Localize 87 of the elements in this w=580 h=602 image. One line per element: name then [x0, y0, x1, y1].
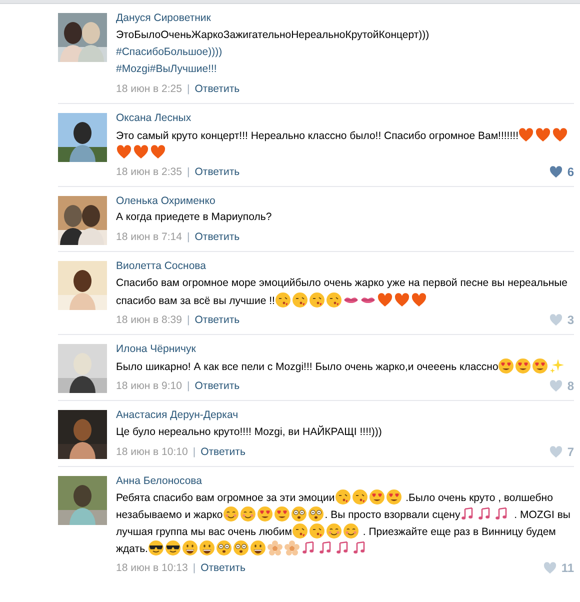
kiss-face-icon — [292, 292, 308, 308]
comment-text: незабываемо и жарко — [116, 509, 223, 522]
separator: | — [186, 378, 190, 394]
smile-icon — [326, 523, 342, 540]
comment-date: 18 июн в 2:25 — [116, 82, 182, 97]
heart-icon — [549, 314, 564, 326]
kiss-face-icon — [309, 523, 325, 540]
comment-text: А когда приедете в Мариуполь? — [116, 211, 272, 224]
heart-icon — [410, 292, 427, 308]
kiss-face-icon — [334, 489, 351, 506]
separator: | — [192, 444, 196, 460]
author-link[interactable]: Анна Белоносова — [116, 474, 202, 488]
kiss-face-icon — [292, 523, 308, 540]
heart-icon — [394, 292, 410, 308]
comment-text: . Приезжайте еще раз в Винницу будем — [362, 526, 556, 538]
grin-icon — [198, 540, 215, 556]
heart-eyes-icon — [386, 489, 402, 506]
smile-icon — [343, 523, 359, 540]
heart-eyes-icon — [274, 506, 290, 522]
kiss-face-icon — [308, 292, 325, 308]
separator: | — [186, 230, 190, 246]
heart-icon — [133, 144, 149, 160]
reply-link[interactable]: Ответить — [194, 164, 240, 180]
comment-text: лучшая группа мы вас очень любим — [116, 526, 292, 538]
heart-icon — [549, 166, 564, 178]
kiss-face-icon — [274, 292, 291, 308]
comment-date: 18 июн в 7:14 — [116, 230, 182, 246]
like-button[interactable]: 6 — [549, 164, 574, 180]
grin-icon — [250, 540, 266, 556]
hashtag-link[interactable]: #СпасибоБольшое)))) — [116, 46, 222, 58]
heart-icon — [549, 380, 564, 392]
comment-text: Це було нереально круто!!!! Mozgi, ви НАЙКРАЩІ !!!!))) — [116, 426, 382, 438]
flower-icon — [284, 540, 300, 556]
comment-text: . MOZGI вы — [513, 509, 570, 522]
reply-link[interactable]: Ответить — [200, 560, 246, 576]
heart-icon — [549, 446, 564, 458]
comment-date: 18 июн в 2:35 — [116, 164, 182, 180]
comment-text: Ребята спасибо вам огромное за эти эмоции — [116, 492, 335, 504]
heart-eyes-icon — [515, 358, 532, 374]
heart-icon — [518, 126, 534, 142]
author-link[interactable]: Виолетта Соснова — [116, 259, 206, 274]
flower-icon — [266, 540, 283, 556]
author-link[interactable]: Дануся Сироветник — [116, 11, 211, 26]
heart-icon — [150, 144, 166, 160]
comment-date: 18 июн в 9:10 — [116, 378, 182, 394]
reply-link[interactable]: Ответить — [194, 312, 240, 328]
reply-link[interactable]: Ответить — [194, 229, 240, 246]
heart-eyes-icon — [532, 358, 548, 374]
sunglasses-face-icon — [164, 540, 181, 556]
comment-text: . Вы просто взорвали сцену — [324, 509, 460, 522]
author-link[interactable]: Оксана Лесных — [116, 110, 192, 126]
smile-icon — [240, 506, 256, 522]
comment-text: ЭтоБылоОченьЖаркоЗажигательноНереальноКрутойКонцерт))) — [116, 28, 430, 41]
author-link[interactable]: Оленька Охрименко — [116, 194, 216, 208]
comment-text: спасибо вам за всё вы лучшие !! — [116, 295, 275, 307]
hashtag-link[interactable]: #Mozgi#ВыЛучшие!!! — [116, 62, 217, 75]
heart-eyes-icon — [498, 358, 514, 374]
comment-text: .Было очень круто , волшебно — [404, 492, 553, 504]
sparkles-icon — [549, 358, 566, 374]
kiss-face-icon — [352, 489, 368, 506]
grin-icon — [182, 540, 198, 556]
heart-icon — [116, 144, 132, 160]
comment-text: Спасибо вам огромное море эмоцийбыло очень жарко уже на первой песне вы нереальные — [116, 277, 568, 289]
kiss-face-icon — [326, 292, 342, 308]
sunglasses-face-icon — [148, 540, 164, 556]
separator: | — [186, 313, 190, 328]
comment-text: ждать. — [116, 543, 148, 556]
separator: | — [186, 164, 190, 180]
comment-date: 18 июн в 8:39 — [116, 313, 182, 328]
comment-text: Это самый круто концерт!!! Нереально классно было!! Спасибо огромное Вам!!!!!!! — [116, 130, 518, 142]
author-link[interactable]: Илона Чёрничук — [116, 342, 196, 357]
heart-icon — [535, 126, 552, 142]
comment-date: 18 июн в 10:13 — [116, 561, 188, 576]
separator: | — [186, 82, 190, 97]
reply-link[interactable]: Ответить — [194, 80, 240, 97]
heart-icon — [552, 126, 568, 142]
reply-link[interactable]: Ответить — [194, 378, 240, 394]
smile-icon — [222, 506, 239, 522]
heart-eyes-icon — [368, 489, 385, 506]
comment-text: Было шикарно! А как все пели с Mozgi!!! Было очень жарко,и очееень классно — [116, 360, 498, 373]
comment-date: 18 июн в 10:10 — [116, 444, 188, 460]
heart-eyes-icon — [256, 506, 273, 522]
heart-icon — [376, 292, 393, 308]
reply-link[interactable]: Ответить — [200, 444, 246, 460]
separator: | — [192, 561, 196, 576]
author-link[interactable]: Анастасия Дерун-Деркач — [116, 408, 238, 423]
heart-icon — [543, 562, 558, 574]
